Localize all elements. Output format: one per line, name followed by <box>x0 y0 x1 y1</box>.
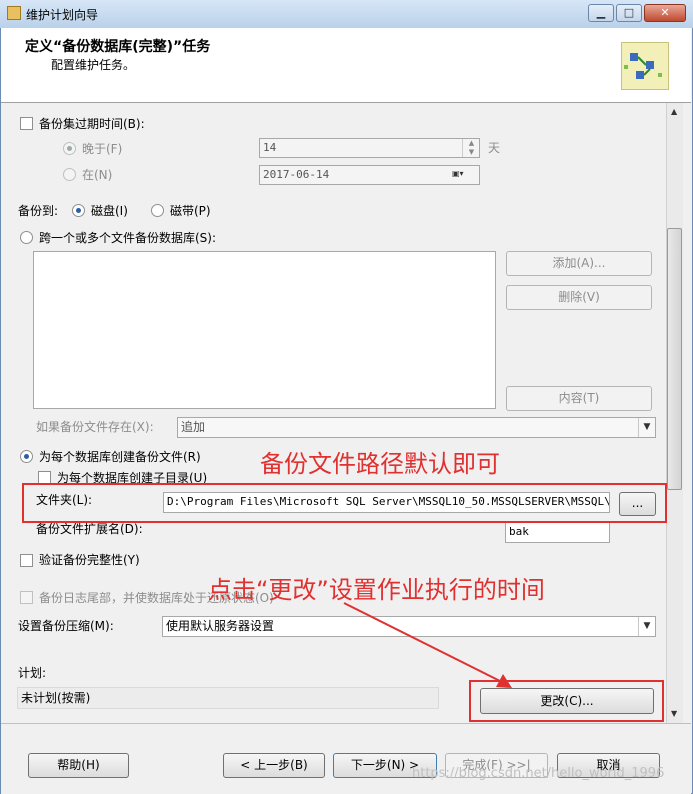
annotation-arrow <box>343 602 512 688</box>
watermark-text: https://blog.csdn.net/hello_world_1996 <box>412 766 665 781</box>
help-button[interactable]: 帮助(H) <box>28 753 129 778</box>
back-button[interactable]: < 上一步(B) <box>223 753 325 778</box>
